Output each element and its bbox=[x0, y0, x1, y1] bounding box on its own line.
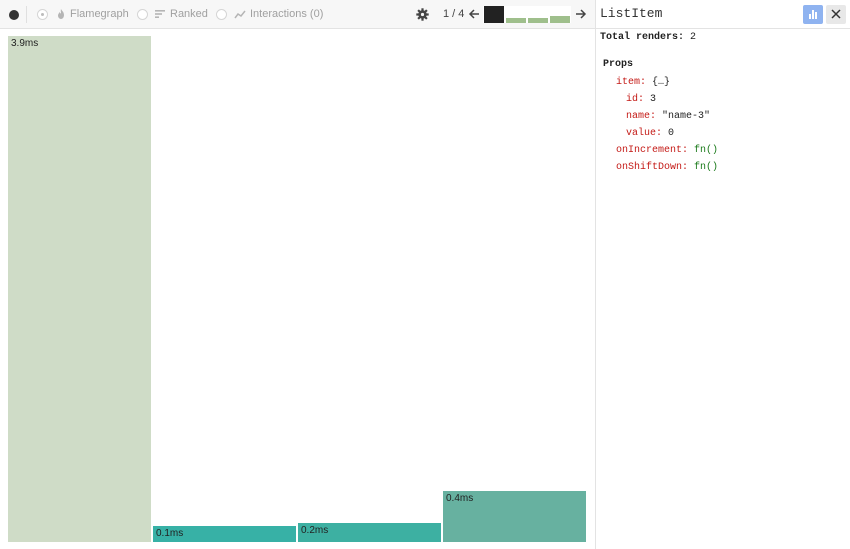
gear-icon[interactable] bbox=[416, 8, 429, 21]
profiler-panel: Flamegraph Ranked Interactions (0) 1 / 4 bbox=[0, 0, 595, 549]
interactions-icon bbox=[234, 10, 246, 19]
flamegraph-chart: 3.9ms 0.1ms 0.2ms 0.4ms bbox=[0, 29, 595, 549]
flamegraph-radio[interactable] bbox=[37, 9, 48, 20]
prop-key: onIncrement: bbox=[616, 145, 689, 156]
profiler-toolbar: Flamegraph Ranked Interactions (0) 1 / 4 bbox=[0, 0, 595, 29]
prop-key: value: bbox=[626, 128, 663, 139]
prop-value: fn() bbox=[694, 145, 719, 156]
flame-icon bbox=[58, 9, 64, 19]
props-heading: Props bbox=[603, 59, 634, 70]
total-renders-label: Total renders: bbox=[600, 32, 685, 43]
record-button[interactable] bbox=[9, 10, 19, 20]
prev-commit-icon[interactable] bbox=[468, 7, 480, 21]
interactions-radio[interactable] bbox=[216, 9, 227, 20]
component-chart-button[interactable] bbox=[803, 5, 823, 24]
prop-value: 3 bbox=[650, 94, 657, 105]
prop-key: id: bbox=[626, 94, 645, 105]
detail-header: ListItem bbox=[596, 0, 850, 29]
commit-bar-3[interactable] bbox=[528, 18, 548, 23]
prop-value: 0 bbox=[668, 128, 675, 139]
toolbar-separator bbox=[26, 6, 27, 23]
prop-row-name: name: "name-3" bbox=[626, 111, 710, 122]
tab-flamegraph[interactable]: Flamegraph bbox=[70, 8, 129, 20]
commit-selector[interactable] bbox=[483, 6, 571, 23]
component-name: ListItem bbox=[600, 6, 663, 21]
flamegraph-bar-root[interactable]: 3.9ms bbox=[7, 35, 152, 543]
bar-duration-label: 0.1ms bbox=[156, 528, 184, 539]
bar-chart-icon bbox=[809, 10, 817, 19]
tab-ranked[interactable]: Ranked bbox=[170, 8, 208, 20]
commit-pager: 1 / 4 bbox=[443, 8, 465, 20]
prop-value: {…} bbox=[652, 77, 671, 88]
component-detail-panel: ListItem Total renders: 2 Props item: {…… bbox=[596, 0, 850, 549]
ranked-icon bbox=[155, 10, 165, 18]
prop-row-item[interactable]: item: {…} bbox=[616, 77, 670, 88]
flamegraph-bar-1[interactable]: 0.1ms bbox=[152, 525, 297, 543]
prop-row-id: id: 3 bbox=[626, 94, 656, 105]
bar-duration-label: 3.9ms bbox=[11, 38, 39, 49]
prop-row-value: value: 0 bbox=[626, 128, 674, 139]
ranked-radio[interactable] bbox=[137, 9, 148, 20]
prop-value: "name-3" bbox=[662, 111, 711, 122]
prop-row-onshiftdown: onShiftDown: fn() bbox=[616, 162, 718, 173]
total-renders: Total renders: 2 bbox=[600, 32, 696, 43]
prop-key: name: bbox=[626, 111, 657, 122]
close-button[interactable] bbox=[826, 5, 846, 24]
commit-bar-4[interactable] bbox=[550, 16, 570, 23]
prop-key: item: bbox=[616, 77, 647, 88]
total-renders-value: 2 bbox=[690, 32, 697, 43]
prop-row-onincrement: onIncrement: fn() bbox=[616, 145, 718, 156]
prop-key: onShiftDown: bbox=[616, 162, 689, 173]
prop-value: fn() bbox=[694, 162, 719, 173]
bar-duration-label: 0.2ms bbox=[301, 525, 329, 536]
flamegraph-bar-2[interactable]: 0.2ms bbox=[297, 522, 442, 543]
close-icon bbox=[831, 9, 841, 19]
commit-bar-2[interactable] bbox=[506, 18, 526, 23]
next-commit-icon[interactable] bbox=[575, 7, 587, 21]
bar-duration-label: 0.4ms bbox=[446, 493, 474, 504]
tab-interactions[interactable]: Interactions (0) bbox=[250, 8, 323, 20]
commit-bar-1[interactable] bbox=[484, 6, 504, 23]
flamegraph-bar-3[interactable]: 0.4ms bbox=[442, 490, 587, 543]
